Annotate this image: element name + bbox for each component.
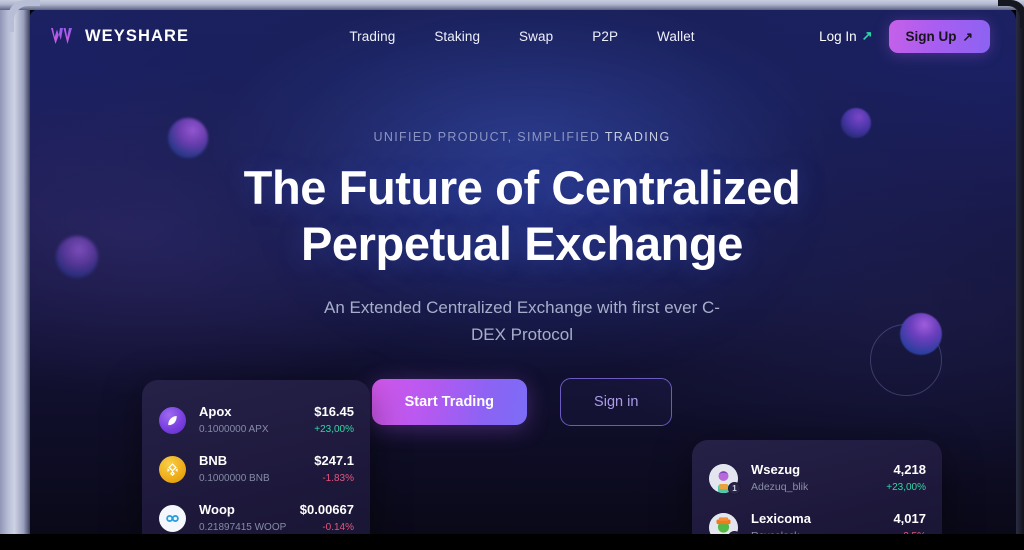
leader-handle: Adezuq_blik [751,481,809,493]
sign-in-button[interactable]: Sign in [560,378,673,426]
arrow-up-right-icon: ↗ [962,29,973,44]
leaderboard-row[interactable]: 2 Lexicoma Rovcolack 4,017 -2.5% [692,503,942,534]
sign-up-label: Sign Up [905,28,957,44]
assets-panel: Apox 0.1000000 APX $16.45 +23,00% BNB 0.… [142,380,370,534]
bnb-token-icon [159,456,186,483]
asset-change: -0.14% [322,522,354,533]
log-in-button[interactable]: Log In ↗ [819,28,872,44]
nav-link-wallet[interactable]: Wallet [657,29,695,44]
leaderboard-info: Lexicoma Rovcolack [751,511,880,534]
leaderboard-values: 4,017 -2.5% [893,511,926,534]
leaderboard-row[interactable]: 1 Wsezug Adezuq_blik 4,218 +23,00% [692,454,942,503]
start-trading-button[interactable]: Start Trading [371,379,528,425]
top-navigation-bar: WEYSHARE Trading Staking Swap P2P Wallet… [28,8,1016,64]
sign-up-button[interactable]: Sign Up ↗ [888,19,990,53]
asset-price: $16.45 [314,404,354,419]
apox-token-icon [159,407,186,434]
avatar: 1 [709,464,741,495]
nav-auth-group: Log In ↗ Sign Up ↗ [819,19,990,53]
decorative-orb [168,118,208,158]
asset-values: $0.00667 -0.14% [300,502,354,534]
leaderboard-panel: 1 Wsezug Adezuq_blik 4,218 +23,00% Lexic… [692,440,942,534]
asset-row[interactable]: Woop 0.21897415 WOOP $0.00667 -0.14% [142,494,370,534]
arrow-up-right-icon: ↗ [861,28,873,43]
frame-corner-top-left [14,6,40,32]
woop-token-icon [159,505,186,532]
nav-link-trading[interactable]: Trading [349,29,395,44]
leaderboard-values: 4,218 +23,00% [886,462,926,495]
log-in-label: Log In [819,28,857,44]
asset-amount: 0.1000000 APX [199,424,269,435]
frame-edge-right [1016,0,1024,550]
asset-change: -1.83% [322,473,354,484]
nav-links: Trading Staking Swap P2P Wallet [349,29,694,44]
asset-amount: 0.21897415 WOOP [199,522,287,533]
frame-edge-left [0,0,30,550]
rank-badge: 1 [728,482,741,495]
hero-glow [278,48,798,348]
frame-edge-bottom [0,534,1024,550]
hero-cta-group: Start Trading Sign in [371,378,673,426]
asset-change: +23,00% [314,424,354,435]
asset-name: BNB [199,453,228,468]
page-viewport: WEYSHARE Trading Staking Swap P2P Wallet… [28,8,1016,534]
leader-change: +23,00% [886,482,926,493]
frame-corner-top-right [998,6,1020,28]
leader-name: Wsezug [751,462,801,477]
asset-info: Apox 0.1000000 APX [199,404,301,437]
asset-values: $247.1 -1.83% [314,453,354,486]
decorative-orb [900,313,942,355]
leader-score: 4,017 [893,511,926,526]
nav-link-p2p[interactable]: P2P [592,29,618,44]
asset-amount: 0.1000000 BNB [199,473,270,484]
asset-name: Woop [199,502,235,517]
asset-price: $247.1 [314,453,354,468]
decorative-orb [56,236,98,278]
leader-score: 4,218 [893,462,926,477]
asset-row[interactable]: Apox 0.1000000 APX $16.45 +23,00% [142,396,370,445]
w-logo-icon [51,28,72,44]
frame-edge-top [0,0,1024,10]
nav-link-swap[interactable]: Swap [519,29,553,44]
brand-logo[interactable]: WEYSHARE [50,26,189,46]
asset-values: $16.45 +23,00% [314,404,354,437]
leaderboard-info: Wsezug Adezuq_blik [751,462,873,495]
asset-info: Woop 0.21897415 WOOP [199,502,287,534]
brand-name: WEYSHARE [85,26,190,45]
asset-price: $0.00667 [299,502,354,517]
asset-info: BNB 0.1000000 BNB [199,453,301,486]
avatar: 2 [709,513,741,534]
leader-name: Lexicoma [751,511,811,526]
decorative-orb [841,108,871,138]
asset-name: Apox [199,404,232,419]
asset-row[interactable]: BNB 0.1000000 BNB $247.1 -1.83% [142,445,370,494]
nav-link-staking[interactable]: Staking [434,29,480,44]
browser-frame: WEYSHARE Trading Staking Swap P2P Wallet… [0,0,1024,550]
